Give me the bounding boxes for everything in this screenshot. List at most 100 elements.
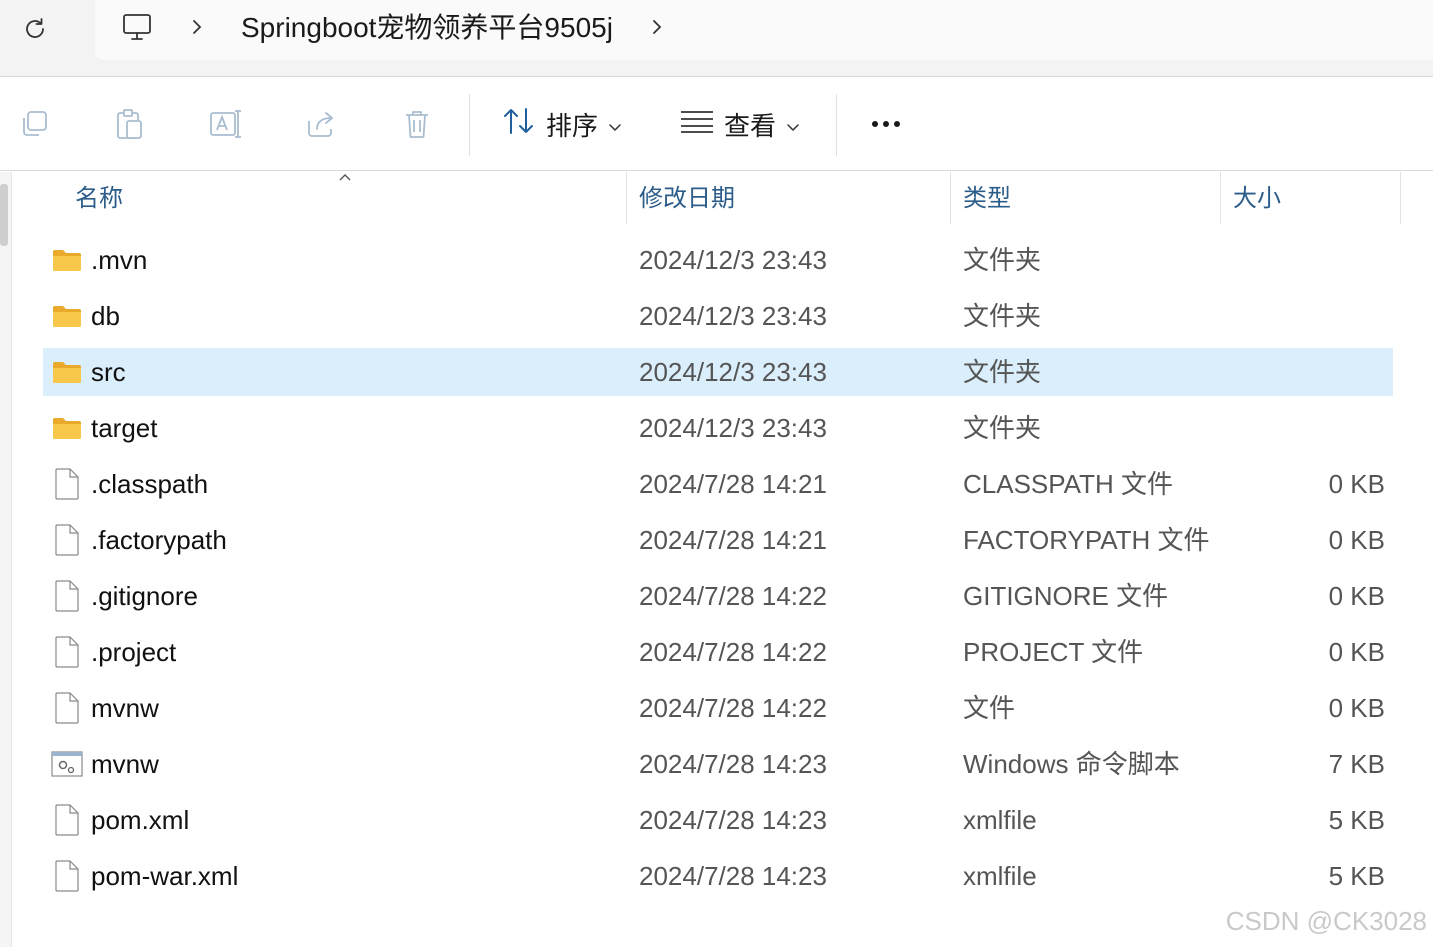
- file-row[interactable]: .mvn 2024/12/3 23:43 文件夹: [43, 236, 1393, 284]
- file-modified-date: 2024/12/3 23:43: [639, 413, 827, 443]
- toolbar-separator: [836, 94, 837, 156]
- file-name: .classpath: [91, 469, 209, 499]
- file-name: .gitignore: [91, 581, 198, 611]
- file-row[interactable]: .factorypath 2024/7/28 14:21 FACTORYPATH 文…: [43, 516, 1393, 564]
- column-divider[interactable]: [626, 172, 627, 224]
- file-name: .project: [91, 637, 177, 667]
- file-modified-date: 2024/7/28 14:23: [639, 805, 827, 835]
- more-options-icon[interactable]: [866, 106, 906, 142]
- folder-icon: [51, 356, 83, 388]
- file-type: GITIGNORE 文件: [963, 581, 1169, 611]
- chevron-down-icon: [786, 109, 800, 140]
- folder-icon: [51, 412, 83, 444]
- file-row[interactable]: mvnw 2024/7/28 14:22 文件 0 KB: [43, 684, 1393, 732]
- column-divider[interactable]: [1220, 172, 1221, 224]
- file-type: 文件夹: [963, 357, 1042, 387]
- file-icon: [51, 580, 83, 612]
- file-size: 0 KB: [1328, 693, 1385, 723]
- file-row[interactable]: pom.xml 2024/7/28 14:23 xmlfile 5 KB: [43, 796, 1393, 844]
- column-header-size[interactable]: 大小: [1233, 184, 1281, 214]
- file-row[interactable]: db 2024/12/3 23:43 文件夹: [43, 292, 1393, 340]
- column-header-name[interactable]: 名称: [75, 184, 123, 214]
- column-header-modified[interactable]: 修改日期: [639, 184, 735, 214]
- view-button[interactable]: 查看: [680, 104, 800, 144]
- sort-icon: [502, 106, 536, 143]
- folder-icon: [51, 300, 83, 332]
- file-type: CLASSPATH 文件: [963, 469, 1173, 499]
- file-size: 0 KB: [1328, 525, 1385, 555]
- file-modified-date: 2024/7/28 14:23: [639, 861, 827, 891]
- file-name: target: [91, 413, 158, 443]
- file-name: .factorypath: [91, 525, 227, 555]
- file-name: src: [91, 357, 126, 387]
- refresh-icon[interactable]: [18, 12, 52, 46]
- address-bar: Springboot宠物领养平台9505j: [0, 0, 1433, 77]
- breadcrumb-current-folder[interactable]: Springboot宠物领养平台9505j: [241, 10, 613, 46]
- sort-ascending-icon: [337, 170, 353, 184]
- view-label: 查看: [724, 110, 777, 141]
- share-icon[interactable]: [303, 106, 339, 142]
- column-header-type[interactable]: 类型: [963, 184, 1011, 214]
- file-icon: [51, 636, 83, 668]
- file-icon: [51, 692, 83, 724]
- file-name: mvnw: [91, 693, 159, 723]
- file-row[interactable]: src 2024/12/3 23:43 文件夹: [43, 348, 1393, 396]
- file-modified-date: 2024/7/28 14:21: [639, 525, 827, 555]
- file-row[interactable]: target 2024/12/3 23:43 文件夹: [43, 404, 1393, 452]
- file-type: 文件夹: [963, 245, 1042, 275]
- rename-icon[interactable]: [207, 106, 243, 142]
- column-header-row: 名称 修改日期 类型 大小: [0, 172, 1433, 226]
- file-row[interactable]: pom-war.xml 2024/7/28 14:23 xmlfile 5 KB: [43, 852, 1393, 900]
- file-type: xmlfile: [963, 805, 1037, 835]
- file-type: 文件: [963, 693, 1016, 723]
- file-row[interactable]: .gitignore 2024/7/28 14:22 GITIGNORE 文件 0 K…: [43, 572, 1393, 620]
- file-modified-date: 2024/7/28 14:23: [639, 749, 827, 779]
- file-size: 7 KB: [1328, 749, 1385, 779]
- watermark: CSDN @CK3028: [1225, 906, 1427, 936]
- chevron-down-icon: [608, 109, 622, 140]
- view-lines-icon: [680, 109, 714, 140]
- folder-icon: [51, 244, 83, 276]
- file-type: PROJECT 文件: [963, 637, 1144, 667]
- delete-icon[interactable]: [399, 106, 435, 142]
- file-type: 文件夹: [963, 301, 1042, 331]
- file-size: 0 KB: [1328, 581, 1385, 611]
- sort-label: 排序: [546, 110, 599, 141]
- file-list: 名称 修改日期 类型 大小 .mvn 2024/12/3 23:43 文件夹 db 20…: [0, 172, 1433, 947]
- file-name: pom.xml: [91, 805, 190, 835]
- file-name: .mvn: [91, 245, 148, 275]
- paste-icon[interactable]: [111, 106, 147, 142]
- command-bar: 排序 查看: [0, 78, 1433, 171]
- file-row[interactable]: .project 2024/7/28 14:22 PROJECT 文件 0 KB: [43, 628, 1393, 676]
- file-type: Windows 命令脚本: [963, 749, 1180, 779]
- file-size: 0 KB: [1328, 469, 1385, 499]
- file-modified-date: 2024/7/28 14:22: [639, 581, 827, 611]
- column-divider[interactable]: [1400, 172, 1401, 224]
- file-row[interactable]: mvnw 2024/7/28 14:23 Windows 命令脚本 7 KB: [43, 740, 1393, 788]
- copy-icon[interactable]: [16, 106, 52, 142]
- file-name: mvnw: [91, 749, 159, 779]
- file-icon: [51, 524, 83, 556]
- script-icon: [51, 748, 83, 780]
- file-size: 0 KB: [1328, 637, 1385, 667]
- column-divider[interactable]: [950, 172, 951, 224]
- toolbar-separator: [469, 94, 470, 156]
- sort-button[interactable]: 排序: [502, 104, 622, 144]
- file-type: 文件夹: [963, 413, 1042, 443]
- file-type: FACTORYPATH 文件: [963, 525, 1210, 555]
- file-type: xmlfile: [963, 861, 1037, 891]
- chevron-right-icon[interactable]: [646, 12, 668, 42]
- file-modified-date: 2024/7/28 14:22: [639, 693, 827, 723]
- file-name: pom-war.xml: [91, 861, 239, 891]
- chevron-right-icon[interactable]: [186, 12, 208, 42]
- file-row[interactable]: .classpath 2024/7/28 14:21 CLASSPATH 文件 0 K…: [43, 460, 1393, 508]
- file-size: 5 KB: [1328, 805, 1385, 835]
- file-size: 5 KB: [1328, 861, 1385, 891]
- file-modified-date: 2024/7/28 14:21: [639, 469, 827, 499]
- file-modified-date: 2024/12/3 23:43: [639, 301, 827, 331]
- file-modified-date: 2024/12/3 23:43: [639, 245, 827, 275]
- file-modified-date: 2024/12/3 23:43: [639, 357, 827, 387]
- file-modified-date: 2024/7/28 14:22: [639, 637, 827, 667]
- monitor-icon[interactable]: [120, 10, 154, 44]
- file-icon: [51, 468, 83, 500]
